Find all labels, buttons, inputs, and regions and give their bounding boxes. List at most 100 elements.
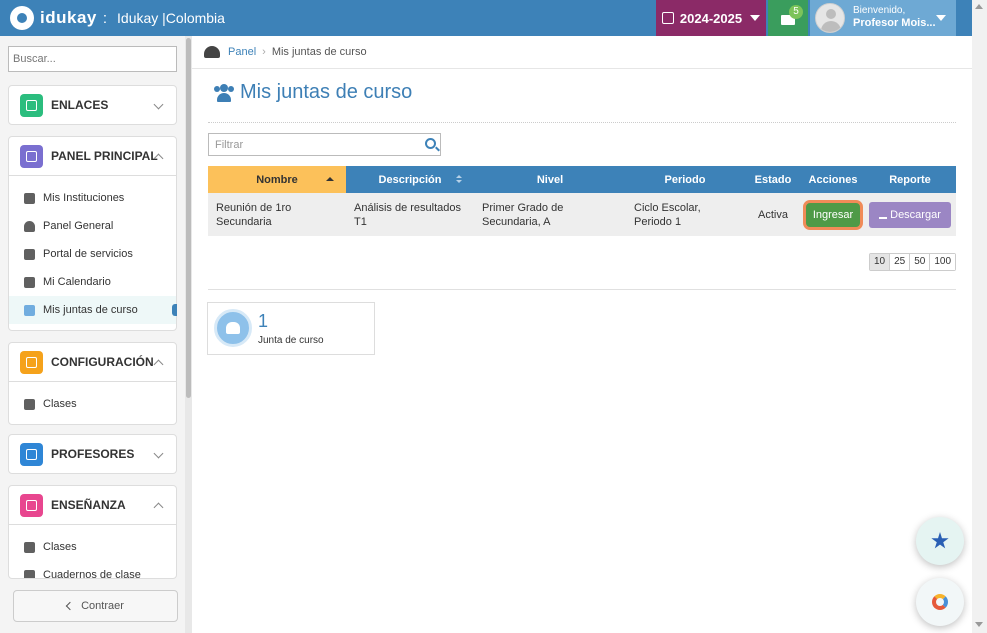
chevron-down-icon (153, 448, 164, 459)
sidebar-section-panel-principal: PANEL PRINCIPAL Mis Instituciones Panel … (8, 136, 177, 331)
section-title: ENSEÑANZA (51, 498, 126, 512)
caret-down-icon (936, 15, 946, 21)
sidebar-section-ensenanza: ENSEÑANZA Clases Cuadernos de clase (8, 485, 177, 579)
cell-descripcion: Análisis de resultados T1 (346, 193, 474, 236)
users-icon (214, 83, 234, 102)
messages-button[interactable]: 5 (768, 0, 808, 36)
filter-input[interactable]: Filtrar (208, 133, 441, 156)
page-scrollbar[interactable] (972, 0, 987, 633)
sidebar-section-configuracion: CONFIGURACIÓN Clases (8, 342, 177, 425)
cell-periodo: Ciclo Escolar, Periodo 1 (626, 193, 744, 236)
sidebar-item-clases-ensenanza[interactable]: Clases (9, 533, 176, 561)
table-row: Reunión de 1ro Secundaria Análisis de re… (208, 193, 956, 236)
school-year-selector[interactable]: 2024-2025 (656, 0, 766, 36)
tachometer-icon (204, 46, 220, 58)
title-divider (208, 122, 956, 123)
column-header-nombre[interactable]: Nombre (208, 166, 346, 193)
chevron-up-icon (153, 502, 164, 513)
users-icon (214, 309, 252, 347)
sort-asc-icon (326, 177, 334, 181)
search-icon[interactable] (425, 138, 436, 149)
shopping-cart-icon (24, 248, 35, 260)
caret-down-icon (750, 15, 761, 21)
collapse-sidebar-button[interactable]: Contraer (13, 590, 178, 622)
breadcrumb-current: Mis juntas de curso (271, 46, 367, 58)
column-header-nivel[interactable]: Nivel (474, 166, 626, 193)
section-header-enlaces[interactable]: ENLACES (9, 86, 176, 124)
section-title: PANEL PRINCIPAL (51, 149, 158, 163)
section-header-ensenanza[interactable]: ENSEÑANZA (9, 486, 176, 524)
section-divider (208, 289, 956, 290)
book-icon (24, 569, 35, 578)
brand-logo[interactable]: idukay : Idukay |Colombia (10, 6, 225, 30)
sidebar-item-portal-servicios[interactable]: Portal de servicios (9, 240, 176, 268)
sidebar-item-mis-instituciones[interactable]: Mis Instituciones (9, 184, 176, 212)
sidebar-item-cuadernos-de-clase[interactable]: Cuadernos de clase (9, 561, 176, 579)
sidebar-search-input[interactable] (8, 46, 177, 72)
cogs-icon (20, 350, 43, 374)
breadcrumb-separator: › (262, 46, 266, 58)
section-title: CONFIGURACIÓN (51, 355, 154, 369)
meetings-count-label: Junta de curso (258, 335, 324, 346)
sidebar-item-mi-calendario[interactable]: Mi Calendario (9, 268, 176, 296)
column-header-descripcion[interactable]: Descripción (346, 166, 474, 193)
chevron-left-icon (65, 601, 75, 611)
column-header-estado[interactable]: Estado (744, 166, 802, 193)
page-size-option[interactable]: 100 (929, 254, 956, 270)
section-header-profesores[interactable]: PROFESORES (9, 435, 176, 473)
page-size-option[interactable]: 10 (870, 254, 890, 270)
sidebar-section-profesores: PROFESORES (8, 434, 177, 474)
cell-nivel: Primer Grado de Secundaria, A (474, 193, 626, 236)
section-title: PROFESORES (51, 447, 135, 461)
cell-reporte: Descargar (864, 193, 956, 236)
institution-icon (24, 192, 35, 204)
column-header-reporte: Reporte (864, 166, 956, 193)
collapse-label: Contraer (81, 600, 124, 612)
user-menu[interactable]: Bienvenido, Profesor Mois... (810, 0, 956, 36)
sidebar-item-label: Cuadernos de clase (43, 569, 141, 579)
school-name: Idukay |Colombia (117, 10, 225, 26)
section-header-panel-principal[interactable]: PANEL PRINCIPAL (9, 137, 176, 175)
section-header-configuracion[interactable]: CONFIGURACIÓN (9, 343, 176, 381)
dashboard-icon (24, 220, 35, 232)
page-title: Mis juntas de curso (214, 81, 412, 104)
section-title: ENLACES (51, 98, 109, 112)
scroll-up-icon[interactable] (975, 4, 983, 9)
avatar (815, 3, 845, 33)
school-year-label: 2024-2025 (679, 10, 743, 26)
favorites-button[interactable] (916, 517, 964, 565)
sidebar-item-panel-general[interactable]: Panel General (9, 212, 176, 240)
descargar-button[interactable]: Descargar (869, 201, 951, 228)
star-icon (931, 532, 949, 549)
sidebar-item-label: Panel General (43, 220, 114, 232)
ingresar-button[interactable]: Ingresar (803, 199, 863, 230)
book-icon (20, 493, 43, 517)
sidebar-item-clases-config[interactable]: Clases (9, 390, 176, 418)
sort-icon (456, 175, 462, 184)
assistant-button[interactable] (916, 578, 964, 626)
column-header-periodo[interactable]: Periodo (626, 166, 744, 193)
calendar-check-icon (661, 12, 674, 24)
meetings-count-card: 1 Junta de curso (207, 302, 375, 355)
filter-placeholder: Filtrar (215, 139, 244, 151)
page-size-option[interactable]: 50 (909, 254, 930, 270)
cell-nombre: Reunión de 1ro Secundaria (208, 193, 346, 236)
scrollbar-thumb[interactable] (186, 38, 191, 398)
messages-badge: 5 (789, 5, 803, 19)
main-content: Panel › Mis juntas de curso Mis juntas d… (192, 36, 972, 633)
breadcrumb-divider (192, 68, 972, 69)
user-name: Profesor Mois... (853, 17, 936, 29)
sidebar: ENLACES PANEL PRINCIPAL Mis Institucione… (0, 36, 192, 633)
sidebar-scrollbar[interactable] (185, 36, 192, 633)
scroll-down-icon[interactable] (975, 622, 983, 627)
page-size-selector: 10 25 50 100 (869, 253, 957, 271)
cell-acciones: Ingresar (802, 193, 864, 236)
breadcrumb: Panel › Mis juntas de curso (204, 46, 367, 58)
calendar-check-icon (24, 276, 35, 288)
status-badge: Activa (744, 193, 802, 236)
sidebar-item-mis-juntas-de-curso[interactable]: Mis juntas de curso (9, 296, 177, 324)
page-size-option[interactable]: 25 (889, 254, 910, 270)
brand-separator: : (102, 9, 108, 27)
sidebar-item-label: Clases (43, 398, 77, 410)
breadcrumb-panel-link[interactable]: Panel (228, 46, 256, 58)
